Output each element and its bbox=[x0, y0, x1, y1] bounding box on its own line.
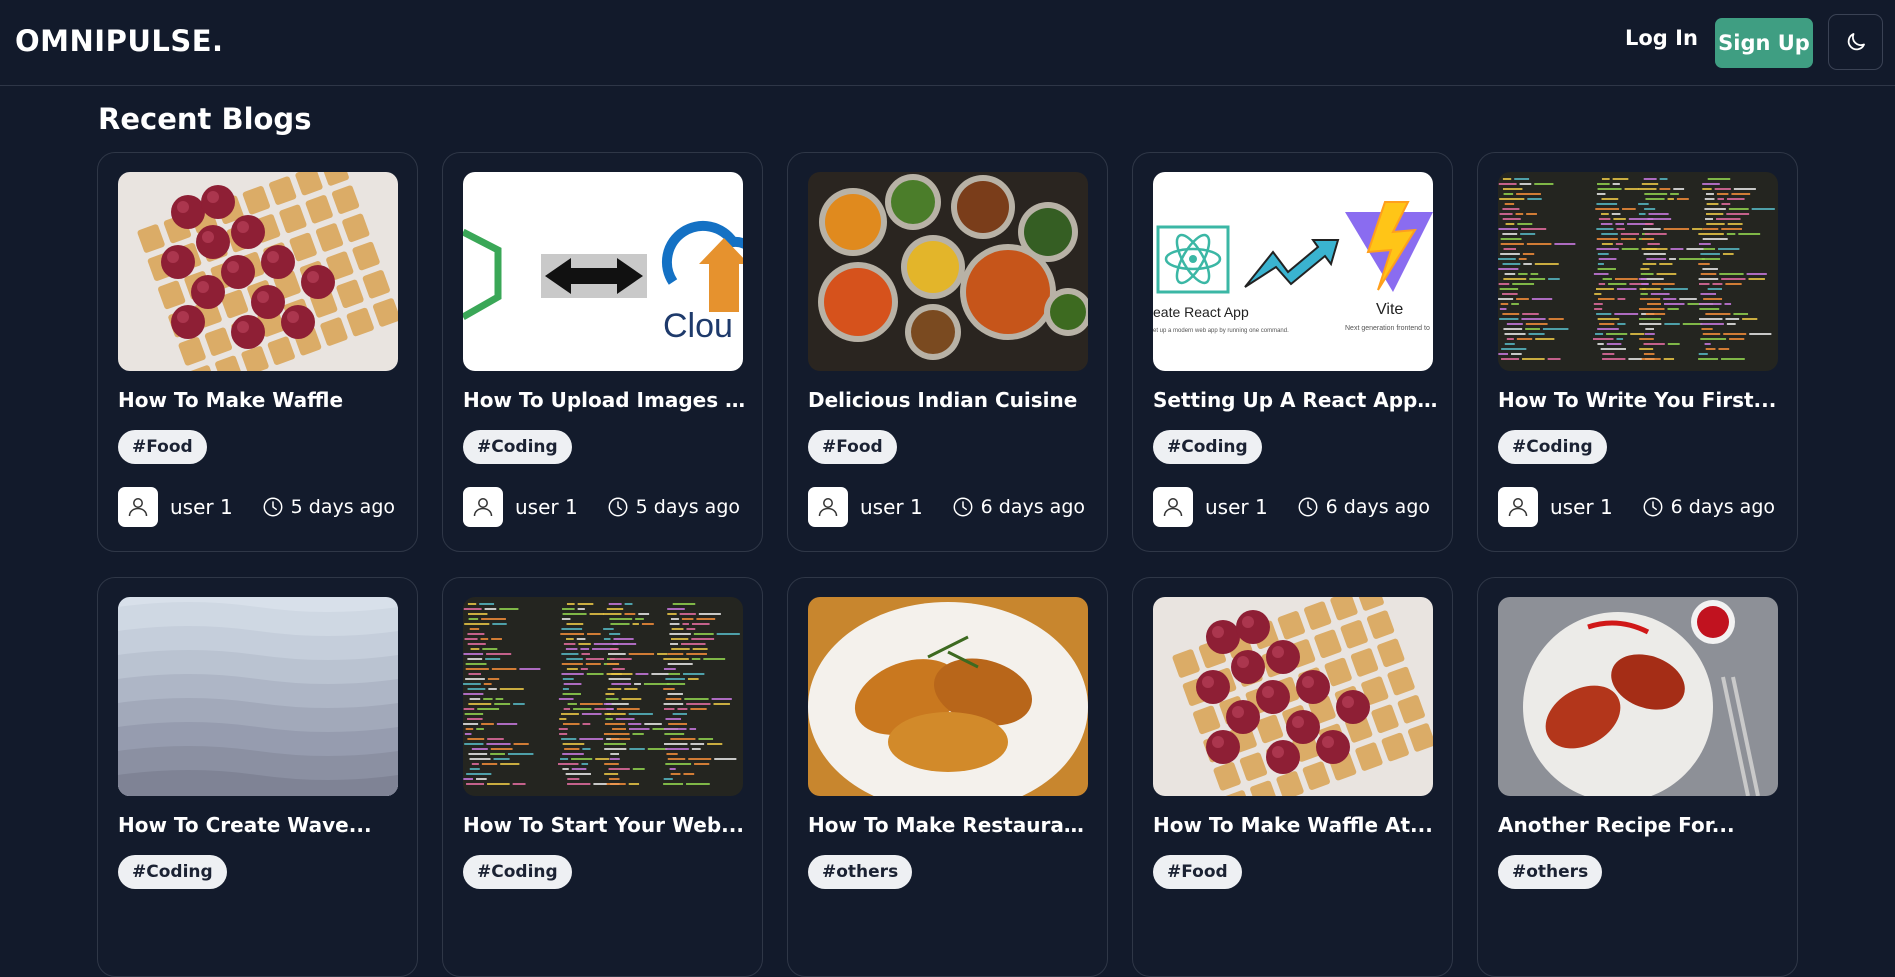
blog-thumbnail[interactable] bbox=[463, 597, 743, 796]
blog-card-7[interactable]: How To Start Your Web... #Coding bbox=[442, 577, 763, 977]
blog-thumbnail[interactable] bbox=[1498, 172, 1778, 371]
blog-thumbnail[interactable] bbox=[808, 597, 1088, 796]
blog-grid: How To Make Waffle #Food user 1 5 days a… bbox=[97, 152, 1798, 977]
login-button[interactable]: Log In bbox=[1625, 26, 1698, 50]
blog-title[interactable]: How To Write You First... bbox=[1498, 388, 1783, 412]
blog-tag[interactable]: #Coding bbox=[463, 855, 572, 889]
blog-title[interactable]: How To Make Restaurant... bbox=[808, 813, 1093, 837]
post-time: 6 days ago bbox=[1642, 487, 1775, 527]
blog-tag[interactable]: #others bbox=[1498, 855, 1603, 889]
post-time: 5 days ago bbox=[262, 487, 395, 527]
author-name: user 1 bbox=[1550, 495, 1613, 519]
author-info: user 1 bbox=[463, 487, 578, 527]
blog-tag[interactable]: #Coding bbox=[463, 430, 572, 464]
blog-card-10[interactable]: Another Recipe For... #others bbox=[1477, 577, 1798, 977]
post-time: 6 days ago bbox=[1297, 487, 1430, 527]
blog-tag[interactable]: #Food bbox=[118, 430, 207, 464]
svg-text:Vite: Vite bbox=[1376, 301, 1403, 318]
moon-icon bbox=[1847, 33, 1865, 51]
blog-card-5[interactable]: How To Write You First... #Coding user 1… bbox=[1477, 152, 1798, 552]
user-avatar-icon bbox=[808, 487, 848, 527]
blog-thumbnail[interactable] bbox=[118, 597, 398, 796]
blog-card-4[interactable]: eate React App et up a modern web app by… bbox=[1132, 152, 1453, 552]
blog-tag[interactable]: #Coding bbox=[118, 855, 227, 889]
svg-text:eate React App: eate React App bbox=[1153, 304, 1249, 320]
svg-text:Clou: Clou bbox=[663, 307, 733, 345]
clock-icon bbox=[1643, 497, 1663, 517]
blog-thumbnail[interactable]: Clou bbox=[463, 172, 743, 371]
brand-logo[interactable]: OMNIPULSE. bbox=[15, 24, 224, 58]
blog-tag[interactable]: #Coding bbox=[1498, 430, 1607, 464]
blog-title[interactable]: How To Start Your Web... bbox=[463, 813, 748, 837]
blog-title[interactable]: Delicious Indian Cuisine bbox=[808, 388, 1093, 412]
blog-card-1[interactable]: How To Make Waffle #Food user 1 5 days a… bbox=[97, 152, 418, 552]
clock-icon bbox=[263, 497, 283, 517]
time-ago: 6 days ago bbox=[1670, 496, 1775, 518]
blog-tag[interactable]: #Food bbox=[1153, 855, 1242, 889]
section-title: Recent Blogs bbox=[98, 102, 312, 136]
author-name: user 1 bbox=[515, 495, 578, 519]
user-avatar-icon bbox=[1498, 487, 1538, 527]
author-info: user 1 bbox=[118, 487, 233, 527]
blog-card-6[interactable]: How To Create Wave... #Coding bbox=[97, 577, 418, 977]
blog-card-3[interactable]: Delicious Indian Cuisine #Food user 1 6 … bbox=[787, 152, 1108, 552]
blog-thumbnail[interactable] bbox=[1498, 597, 1778, 796]
user-avatar-icon bbox=[463, 487, 503, 527]
author-name: user 1 bbox=[1205, 495, 1268, 519]
author-info: user 1 bbox=[1153, 487, 1268, 527]
blog-tag[interactable]: #others bbox=[808, 855, 913, 889]
post-time: 6 days ago bbox=[952, 487, 1085, 527]
clock-icon bbox=[608, 497, 628, 517]
user-avatar-icon bbox=[1153, 487, 1193, 527]
time-ago: 6 days ago bbox=[980, 496, 1085, 518]
blog-title[interactable]: How To Make Waffle At... bbox=[1153, 813, 1438, 837]
blog-card-8[interactable]: How To Make Restaurant... #others bbox=[787, 577, 1108, 977]
blog-title[interactable]: Another Recipe For... bbox=[1498, 813, 1783, 837]
time-ago: 6 days ago bbox=[1325, 496, 1430, 518]
author-name: user 1 bbox=[860, 495, 923, 519]
theme-toggle-button[interactable] bbox=[1828, 14, 1883, 70]
blog-thumbnail[interactable]: eate React App et up a modern web app by… bbox=[1153, 172, 1433, 371]
signup-button[interactable]: Sign Up bbox=[1715, 18, 1813, 68]
svg-text:Next generation frontend to: Next generation frontend to bbox=[1345, 325, 1430, 332]
blog-title[interactable]: How To Make Waffle bbox=[118, 388, 403, 412]
blog-title[interactable]: Setting Up A React App... bbox=[1153, 388, 1438, 412]
svg-text:et up a modern web app by runn: et up a modern web app by running one co… bbox=[1153, 328, 1289, 334]
blog-title[interactable]: How To Upload Images T... bbox=[463, 388, 748, 412]
blog-thumbnail[interactable] bbox=[1153, 597, 1433, 796]
post-time: 5 days ago bbox=[607, 487, 740, 527]
blog-tag[interactable]: #Coding bbox=[1153, 430, 1262, 464]
blog-card-2[interactable]: Clou How To Upload Images T... #Coding u… bbox=[442, 152, 763, 552]
author-info: user 1 bbox=[1498, 487, 1613, 527]
user-avatar-icon bbox=[118, 487, 158, 527]
blog-thumbnail[interactable] bbox=[808, 172, 1088, 371]
blog-title[interactable]: How To Create Wave... bbox=[118, 813, 403, 837]
blog-card-9[interactable]: How To Make Waffle At... #Food bbox=[1132, 577, 1453, 977]
author-info: user 1 bbox=[808, 487, 923, 527]
time-ago: 5 days ago bbox=[290, 496, 395, 518]
blog-thumbnail[interactable] bbox=[118, 172, 398, 371]
author-name: user 1 bbox=[170, 495, 233, 519]
blog-tag[interactable]: #Food bbox=[808, 430, 897, 464]
clock-icon bbox=[953, 497, 973, 517]
time-ago: 5 days ago bbox=[635, 496, 740, 518]
top-navbar: OMNIPULSE. Log In Sign Up bbox=[0, 0, 1895, 86]
clock-icon bbox=[1298, 497, 1318, 517]
